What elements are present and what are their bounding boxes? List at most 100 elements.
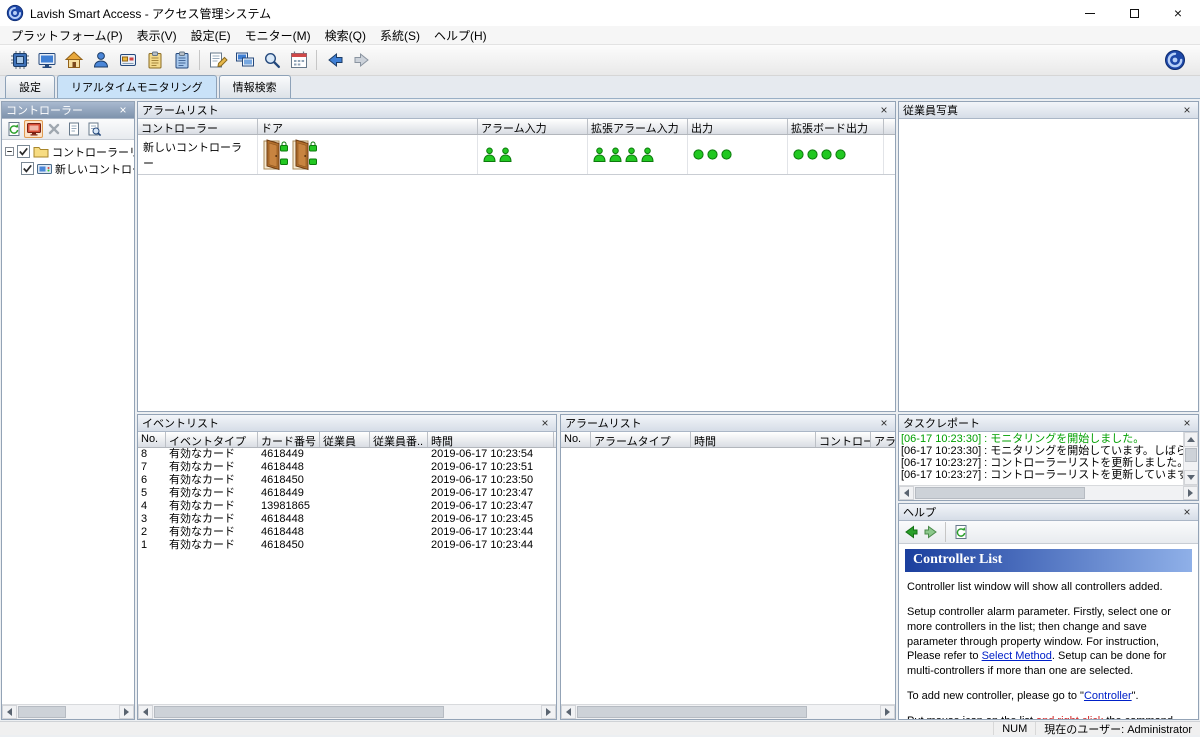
home-icon[interactable]: [61, 48, 86, 73]
event-row[interactable]: 2有効なカード46184482019-06-17 10:23:44: [138, 526, 556, 539]
alarm-input-status-icon[interactable]: [483, 147, 496, 162]
checkbox-checked-icon[interactable]: [17, 145, 30, 158]
scroll-left-button[interactable]: [2, 705, 17, 719]
scroll-track[interactable]: [445, 705, 541, 719]
user-icon[interactable]: [88, 48, 113, 73]
alarm-input-status-icon[interactable]: [499, 147, 512, 162]
scroll-track[interactable]: [808, 705, 880, 719]
event-row[interactable]: 5有効なカード46184492019-06-17 10:23:47: [138, 487, 556, 500]
card-chip-icon[interactable]: [115, 48, 140, 73]
help-back-icon[interactable]: [901, 523, 920, 541]
controller-link[interactable]: Controller: [1084, 690, 1132, 702]
dual-monitor-icon[interactable]: [232, 48, 257, 73]
horizontal-scrollbar[interactable]: [899, 485, 1198, 500]
ext-board-output-status-icon[interactable]: [821, 149, 832, 160]
tree-item-new-controller[interactable]: 新しいコントローラ: [5, 160, 134, 177]
report-blue-icon[interactable]: [169, 48, 194, 73]
event-row[interactable]: 7有効なカード46184482019-06-17 10:23:51: [138, 461, 556, 474]
controller-setup-icon[interactable]: [7, 48, 32, 73]
document-icon[interactable]: [64, 120, 83, 138]
scroll-up-button[interactable]: [1184, 432, 1198, 447]
menu-settings[interactable]: 設定(E): [184, 26, 238, 45]
ext-board-output-status-icon[interactable]: [835, 149, 846, 160]
column-header[interactable]: 時間: [428, 432, 554, 447]
event-row[interactable]: 3有効なカード46184482019-06-17 10:23:45: [138, 513, 556, 526]
tree-item-controller-list[interactable]: コントローラーリスト: [5, 143, 134, 160]
scroll-thumb[interactable]: [577, 706, 807, 718]
ext-alarm-input-status-icon[interactable]: [641, 147, 654, 162]
event-row[interactable]: 1有効なカード46184502019-06-17 10:23:44: [138, 539, 556, 552]
alarm-status-row[interactable]: 新しいコントローラー: [138, 135, 895, 175]
minimize-button[interactable]: [1068, 0, 1112, 26]
back-arrow-icon[interactable]: [322, 48, 347, 73]
menu-monitor[interactable]: モニター(M): [238, 26, 318, 45]
scroll-right-button[interactable]: [880, 705, 895, 719]
column-header[interactable]: アラーム: [871, 432, 895, 447]
close-panel-icon[interactable]: ×: [1180, 417, 1194, 430]
horizontal-scrollbar[interactable]: [2, 704, 134, 719]
ext-board-output-status-icon[interactable]: [793, 149, 804, 160]
door-status-icon[interactable]: [292, 139, 318, 171]
horizontal-scrollbar[interactable]: [138, 704, 556, 719]
scroll-track[interactable]: [67, 705, 119, 719]
scroll-left-button[interactable]: [138, 705, 153, 719]
column-header[interactable]: 拡張ボード出力: [788, 119, 884, 134]
ext-alarm-input-status-icon[interactable]: [609, 147, 622, 162]
forward-arrow-icon[interactable]: [349, 48, 374, 73]
report-yellow-icon[interactable]: [142, 48, 167, 73]
close-panel-icon[interactable]: ×: [1180, 104, 1194, 117]
event-row[interactable]: 4有効なカード139818652019-06-17 10:23:47: [138, 500, 556, 513]
output-status-icon[interactable]: [693, 149, 704, 160]
calendar-icon[interactable]: [286, 48, 311, 73]
column-header[interactable]: 従業員番..: [370, 432, 428, 447]
column-header[interactable]: カード番号: [258, 432, 320, 447]
scroll-right-button[interactable]: [541, 705, 556, 719]
column-header[interactable]: No.: [138, 432, 166, 447]
refresh-list-icon[interactable]: [4, 120, 23, 138]
horizontal-scrollbar[interactable]: [561, 704, 895, 719]
scroll-thumb[interactable]: [915, 487, 1085, 499]
column-header[interactable]: 拡張アラーム入力: [588, 119, 688, 134]
output-status-icon[interactable]: [721, 149, 732, 160]
column-header[interactable]: コントローラー: [816, 432, 871, 447]
output-status-icon[interactable]: [707, 149, 718, 160]
menu-system[interactable]: 系統(S): [373, 26, 427, 45]
ext-board-output-status-icon[interactable]: [807, 149, 818, 160]
delete-icon[interactable]: [44, 120, 63, 138]
close-panel-icon[interactable]: ×: [877, 104, 891, 117]
checkbox-checked-icon[interactable]: [21, 162, 34, 175]
menu-platform[interactable]: プラットフォーム(P): [4, 26, 130, 45]
column-header[interactable]: アラームタイプ: [591, 432, 691, 447]
close-panel-icon[interactable]: ×: [116, 104, 130, 117]
close-panel-icon[interactable]: ×: [877, 417, 891, 430]
help-refresh-icon[interactable]: [951, 523, 970, 541]
menu-search[interactable]: 検索(Q): [318, 26, 373, 45]
column-header[interactable]: 出力: [688, 119, 788, 134]
event-edit-icon[interactable]: [205, 48, 230, 73]
ext-alarm-input-status-icon[interactable]: [593, 147, 606, 162]
close-button[interactable]: ×: [1156, 0, 1200, 26]
door-status-icon[interactable]: [263, 139, 289, 171]
select-method-link[interactable]: Select Method: [982, 650, 1052, 662]
scroll-left-button[interactable]: [899, 486, 914, 500]
help-forward-icon[interactable]: [921, 523, 940, 541]
collapse-toggle-icon[interactable]: [5, 147, 14, 156]
document-search-icon[interactable]: [84, 120, 103, 138]
close-panel-icon[interactable]: ×: [538, 417, 552, 430]
menu-help[interactable]: ヘルプ(H): [427, 26, 494, 45]
tab-settings[interactable]: 設定: [5, 75, 55, 98]
column-header[interactable]: 時間: [691, 432, 816, 447]
column-header[interactable]: No.: [561, 432, 591, 447]
scroll-down-button[interactable]: [1184, 470, 1198, 485]
column-header[interactable]: アラーム入力: [478, 119, 588, 134]
column-header[interactable]: イベントタイプ: [166, 432, 258, 447]
scroll-track[interactable]: [1184, 463, 1198, 470]
scroll-thumb[interactable]: [18, 706, 66, 718]
maximize-button[interactable]: [1112, 0, 1156, 26]
tab-realtime-monitoring[interactable]: リアルタイムモニタリング: [57, 75, 217, 98]
ext-alarm-input-status-icon[interactable]: [625, 147, 638, 162]
scroll-thumb[interactable]: [154, 706, 444, 718]
event-row[interactable]: 8有効なカード46184492019-06-17 10:23:54: [138, 448, 556, 461]
event-row[interactable]: 6有効なカード46184502019-06-17 10:23:50: [138, 474, 556, 487]
search-icon[interactable]: [259, 48, 284, 73]
